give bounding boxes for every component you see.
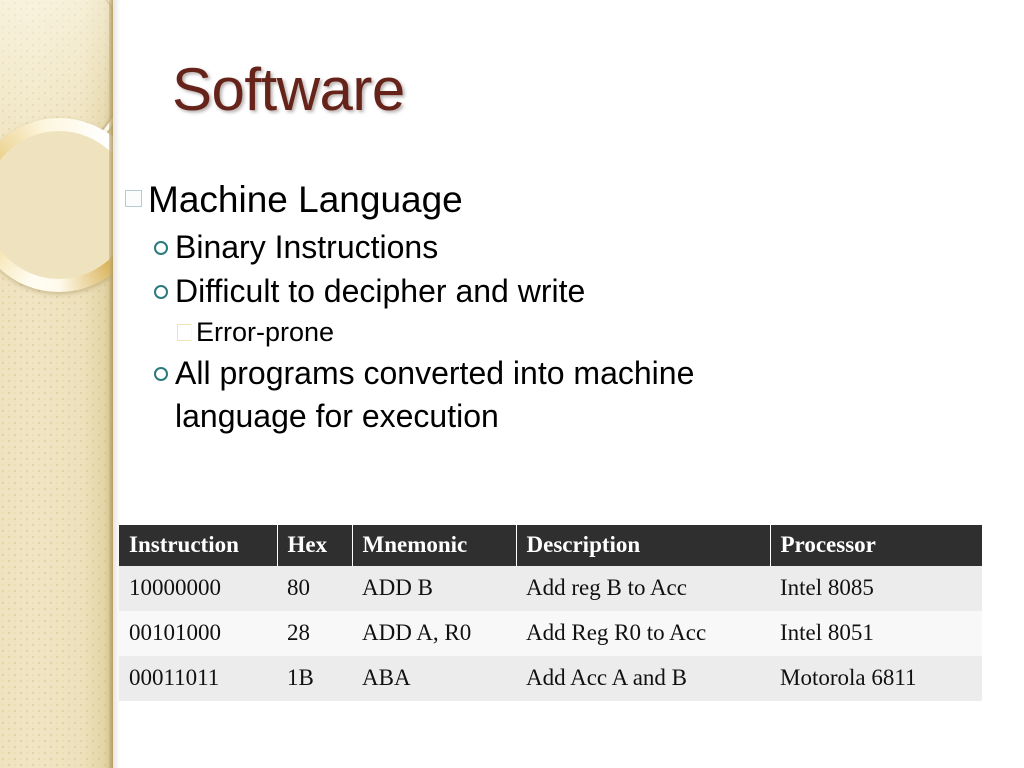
column-header-instruction: Instruction (119, 525, 278, 566)
cell-instruction: 00101000 (119, 611, 277, 656)
list-item: Binary Instructions (118, 226, 908, 269)
table-row: 00101000 28 ADD A, R0 Add Reg R0 to Acc … (119, 611, 982, 656)
cell-processor: Intel 8051 (770, 611, 982, 656)
list-item-label: Difficult to decipher and write (175, 273, 586, 309)
hollow-circle-bullet-icon (146, 270, 175, 299)
cell-hex: 1B (277, 656, 352, 701)
cell-instruction: 00011011 (119, 656, 277, 701)
cell-description: Add Reg R0 to Acc (516, 611, 770, 656)
hollow-circle-bullet-icon (146, 226, 175, 255)
list-item-label: Machine Language (148, 179, 463, 220)
page-title: Software (172, 56, 405, 123)
cell-processor: Intel 8085 (770, 566, 982, 611)
small-ring-icon (0, 118, 113, 292)
cell-instruction: 10000000 (119, 566, 277, 611)
list-item: Machine Language (118, 176, 908, 224)
list-item: All programs converted into machine lang… (118, 352, 908, 438)
cell-mnemonic: ADD B (352, 566, 516, 611)
column-header-processor: Processor (770, 525, 982, 566)
column-header-description: Description (516, 525, 771, 566)
table-row: 00011011 1B ABA Add Acc A and B Motorola… (119, 656, 982, 701)
table-header-row: Instruction Hex Mnemonic Description Pro… (119, 525, 982, 566)
column-header-mnemonic: Mnemonic (352, 525, 517, 566)
square-box-bullet-icon (118, 176, 148, 207)
square-box-bullet-icon (172, 314, 196, 341)
column-header-hex: Hex (277, 525, 353, 566)
cell-hex: 80 (277, 566, 352, 611)
hollow-circle-bullet-icon (146, 352, 175, 381)
table-row: 10000000 80 ADD B Add reg B to Acc Intel… (119, 566, 982, 611)
cell-processor: Motorola 6811 (770, 656, 982, 701)
instruction-table: Instruction Hex Mnemonic Description Pro… (119, 525, 982, 701)
list-item-label: Error-prone (196, 317, 335, 347)
content-body: Machine Language Binary Instructions Dif… (118, 176, 908, 439)
decorative-sidebar (0, 0, 113, 768)
instruction-table-container: Instruction Hex Mnemonic Description Pro… (119, 525, 982, 701)
list-item: Difficult to decipher and write (118, 270, 908, 313)
cell-mnemonic: ABA (352, 656, 516, 701)
cell-hex: 28 (277, 611, 352, 656)
list-item-label: All programs converted into machine lang… (175, 355, 695, 434)
list-item-label: Binary Instructions (175, 229, 439, 265)
cell-description: Add reg B to Acc (516, 566, 770, 611)
slide: Software Machine Language Binary Instruc… (0, 0, 1024, 768)
cell-description: Add Acc A and B (516, 656, 770, 701)
cell-mnemonic: ADD A, R0 (352, 611, 516, 656)
list-item: Error-prone (118, 314, 908, 351)
